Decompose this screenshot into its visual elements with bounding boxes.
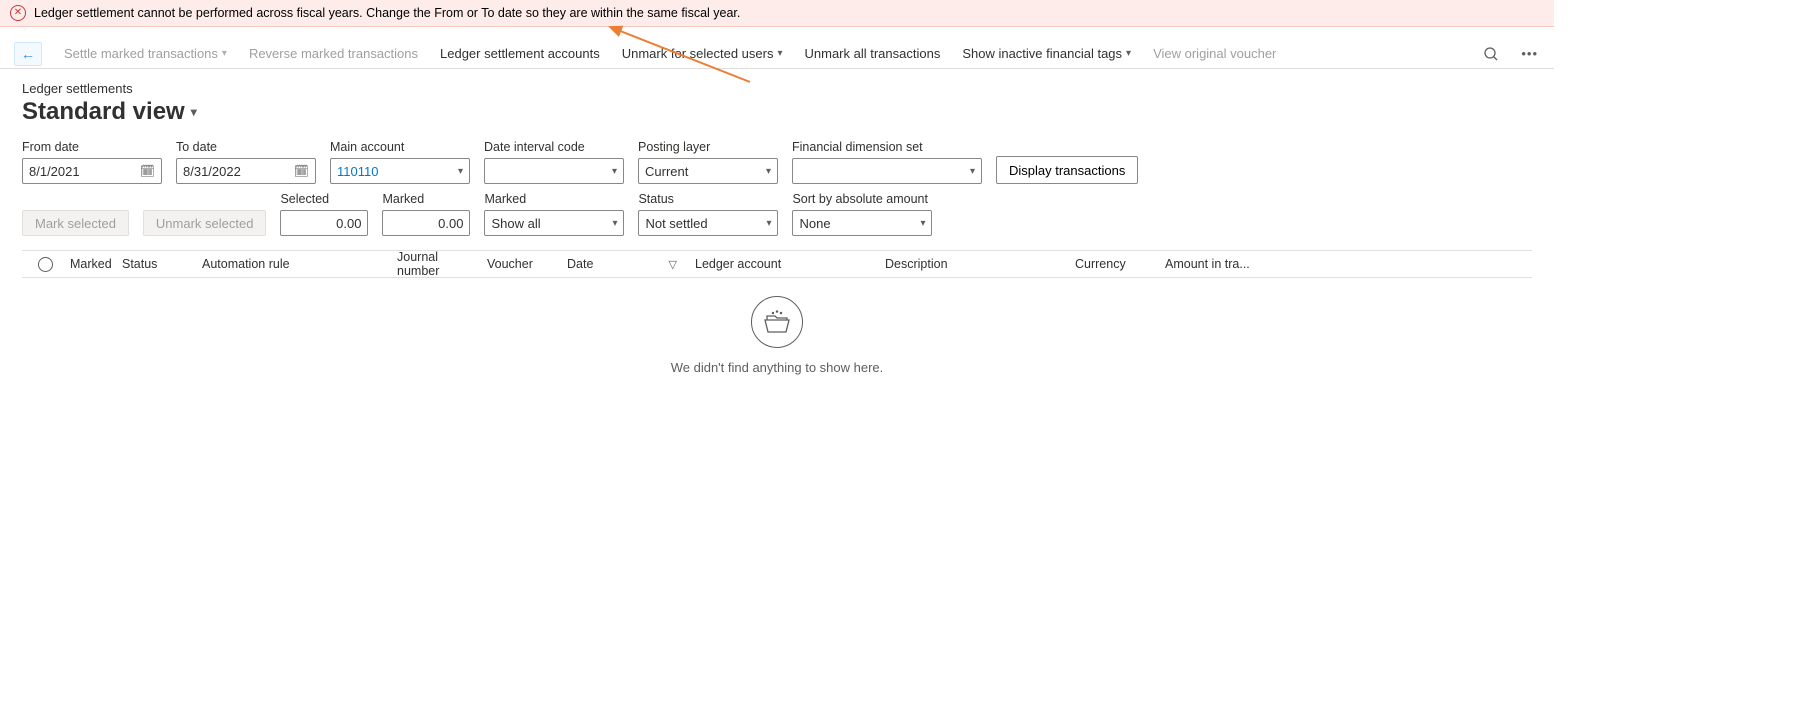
- chevron-down-icon: ▾: [222, 48, 227, 59]
- chevron-down-icon: ▾: [458, 166, 463, 177]
- posting-layer-dropdown[interactable]: Current ▾: [638, 158, 778, 184]
- from-date-label: From date: [22, 140, 162, 154]
- search-icon[interactable]: [1483, 46, 1499, 62]
- chevron-down-icon: ▾: [970, 166, 975, 177]
- sort-abs-dropdown[interactable]: None ▾: [792, 210, 932, 236]
- unmark-all-transactions[interactable]: Unmark all transactions: [805, 46, 941, 61]
- mark-selected-button[interactable]: Mark selected: [22, 210, 129, 236]
- back-button[interactable]: ←: [14, 42, 42, 66]
- column-automation-rule[interactable]: Automation rule: [192, 257, 387, 271]
- chevron-down-icon: ▾: [920, 218, 925, 229]
- view-original-voucher[interactable]: View original voucher: [1153, 46, 1276, 61]
- column-status[interactable]: Status: [112, 257, 192, 271]
- breadcrumb: Ledger settlements: [22, 81, 1532, 96]
- unmark-selected-button[interactable]: Unmark selected: [143, 210, 267, 236]
- select-all-toggle[interactable]: [30, 257, 60, 272]
- marked-value: 0.00: [382, 210, 470, 236]
- marked-filter-dropdown[interactable]: Show all ▾: [484, 210, 624, 236]
- display-transactions-button[interactable]: Display transactions: [996, 156, 1138, 184]
- status-dropdown[interactable]: Not settled ▾: [638, 210, 778, 236]
- filter-row-2: Mark selected Unmark selected Selected 0…: [22, 192, 1532, 236]
- sort-abs-label: Sort by absolute amount: [792, 192, 932, 206]
- calendar-icon[interactable]: 🗓: [140, 164, 155, 178]
- filter-row-1: From date 8/1/2021 🗓 To date 8/31/2022 🗓…: [22, 140, 1532, 184]
- chevron-down-icon: ▾: [612, 218, 617, 229]
- selected-label: Selected: [280, 192, 368, 206]
- chevron-down-icon: ▾: [612, 166, 617, 177]
- unmark-selected-users[interactable]: Unmark for selected users▾: [622, 46, 783, 61]
- marked-filter-label: Marked: [484, 192, 624, 206]
- action-bar: ← Settle marked transactions▾ Reverse ma…: [0, 27, 1554, 69]
- column-description[interactable]: Description: [875, 257, 1065, 271]
- empty-text: We didn't find anything to show here.: [22, 360, 1532, 375]
- column-voucher[interactable]: Voucher: [477, 257, 557, 271]
- view-title[interactable]: Standard view ▾: [22, 98, 1532, 126]
- chevron-down-icon: ▾: [766, 218, 771, 229]
- chevron-down-icon: ▾: [777, 48, 782, 59]
- chevron-down-icon: ▾: [1126, 48, 1131, 59]
- reverse-marked-transactions[interactable]: Reverse marked transactions: [249, 46, 418, 61]
- calendar-icon[interactable]: 🗓: [294, 164, 309, 178]
- chevron-down-icon: ▾: [191, 105, 197, 119]
- column-journal-number[interactable]: Journal number: [387, 250, 477, 278]
- error-message: Ledger settlement cannot be performed ac…: [34, 6, 740, 20]
- from-date-input[interactable]: 8/1/2021 🗓: [22, 158, 162, 184]
- error-banner: ✕ Ledger settlement cannot be performed …: [0, 0, 1554, 27]
- arrow-left-icon: ←: [21, 46, 35, 62]
- error-icon: ✕: [10, 5, 26, 21]
- column-marked[interactable]: Marked: [60, 257, 112, 271]
- column-amount[interactable]: Amount in tra...: [1155, 257, 1275, 271]
- marked-label: Marked: [382, 192, 470, 206]
- main-account-dropdown[interactable]: 110110 ▾: [330, 158, 470, 184]
- column-date[interactable]: Date ▽: [557, 257, 685, 271]
- financial-dimension-set-dropdown[interactable]: ▾: [792, 158, 982, 184]
- to-date-label: To date: [176, 140, 316, 154]
- more-icon[interactable]: •••: [1521, 46, 1538, 61]
- empty-folder-icon: [751, 296, 803, 348]
- selected-value: 0.00: [280, 210, 368, 236]
- chevron-down-icon: ▾: [766, 166, 771, 177]
- show-inactive-financial-tags[interactable]: Show inactive financial tags▾: [962, 46, 1131, 61]
- circle-icon: [38, 257, 53, 272]
- posting-layer-label: Posting layer: [638, 140, 778, 154]
- settle-marked-transactions[interactable]: Settle marked transactions▾: [64, 46, 227, 61]
- status-label: Status: [638, 192, 778, 206]
- date-interval-label: Date interval code: [484, 140, 624, 154]
- financial-dimension-set-label: Financial dimension set: [792, 140, 982, 154]
- to-date-input[interactable]: 8/31/2022 🗓: [176, 158, 316, 184]
- ledger-settlement-accounts[interactable]: Ledger settlement accounts: [440, 46, 600, 61]
- grid-header: Marked Status Automation rule Journal nu…: [22, 250, 1532, 278]
- empty-state: We didn't find anything to show here.: [22, 278, 1532, 415]
- date-interval-dropdown[interactable]: ▾: [484, 158, 624, 184]
- main-account-label: Main account: [330, 140, 470, 154]
- column-currency[interactable]: Currency: [1065, 257, 1155, 271]
- filter-icon[interactable]: ▽: [669, 258, 677, 271]
- column-ledger-account[interactable]: Ledger account: [685, 257, 875, 271]
